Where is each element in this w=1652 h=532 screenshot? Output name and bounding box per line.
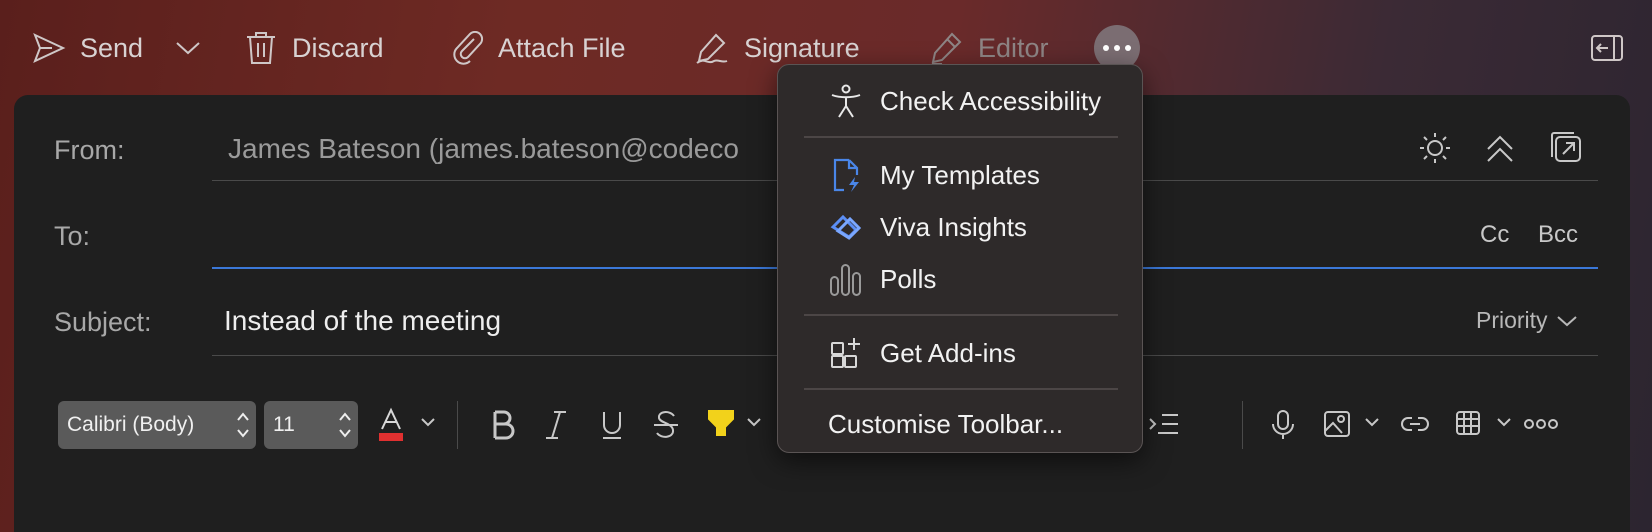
priority-label: Priority	[1476, 307, 1548, 333]
to-field[interactable]	[212, 211, 772, 263]
stepper-icon	[339, 412, 351, 438]
attach-file-button[interactable]: Attach File	[452, 26, 626, 70]
chevron-down-icon	[421, 418, 435, 427]
send-label: Send	[80, 32, 144, 63]
send-button[interactable]: Send	[32, 26, 143, 70]
underline-icon	[603, 412, 621, 439]
sidebar-toggle-button[interactable]	[1590, 34, 1624, 67]
signature-icon	[696, 33, 728, 64]
discard-label: Discard	[292, 32, 384, 63]
font-color-button[interactable]	[376, 407, 406, 448]
attach-file-label: Attach File	[498, 32, 626, 63]
menu-item-label: Viva Insights	[880, 211, 1027, 242]
viva-insights-icon	[830, 214, 862, 240]
font-family-select[interactable]: Calibri (Body)	[58, 401, 256, 449]
double-chevron-up-icon	[1487, 135, 1513, 162]
bold-icon	[493, 410, 515, 440]
priority-dropdown[interactable]: Priority	[1476, 307, 1578, 334]
cc-button[interactable]: Cc	[1480, 221, 1509, 249]
font-family-value: Calibri (Body)	[67, 413, 195, 436]
menu-item-label: Customise Toolbar...	[828, 408, 1064, 439]
font-color-icon	[379, 407, 403, 441]
chevron-down-icon	[747, 418, 761, 427]
font-color-dropdown[interactable]	[420, 415, 436, 433]
menu-item-get-add-ins[interactable]: Get Add-ins	[778, 329, 1144, 377]
menu-item-label: Get Add-ins	[880, 337, 1016, 368]
indent-button[interactable]	[1148, 411, 1180, 444]
subject-label: Subject:	[54, 307, 152, 337]
trash-icon	[247, 32, 275, 64]
ellipsis-icon	[1524, 419, 1558, 429]
to-label: To:	[54, 221, 91, 251]
discard-button[interactable]: Discard	[244, 26, 384, 70]
send-options-button[interactable]	[174, 26, 202, 70]
strikethrough-icon	[654, 411, 678, 438]
more-options-menu: Check Accessibility My Templates Viva In…	[777, 64, 1143, 453]
menu-item-label: Check Accessibility	[880, 85, 1102, 116]
paperclip-icon	[453, 31, 484, 65]
pop-out-button[interactable]	[1550, 131, 1582, 168]
picture-dropdown[interactable]	[1364, 415, 1380, 433]
ellipsis-icon	[1103, 45, 1109, 51]
from-field[interactable]: James Bateson (james.bateson@codeco	[228, 133, 788, 165]
menu-item-viva-insights[interactable]: Viva Insights	[778, 203, 1144, 251]
italic-icon	[546, 411, 566, 439]
indent-icon	[1149, 414, 1178, 434]
menu-divider	[804, 388, 1118, 390]
menu-divider	[804, 136, 1118, 138]
polls-icon	[830, 264, 861, 296]
accessibility-icon	[831, 84, 861, 118]
menu-item-polls[interactable]: Polls	[778, 255, 1144, 303]
bcc-button[interactable]: Bcc	[1538, 221, 1578, 249]
menu-item-check-accessibility[interactable]: Check Accessibility	[778, 77, 1144, 125]
divider	[457, 401, 458, 449]
highlight-dropdown[interactable]	[746, 415, 762, 433]
pop-out-icon	[1551, 132, 1581, 162]
table-dropdown[interactable]	[1496, 415, 1512, 433]
bold-button[interactable]	[488, 409, 516, 446]
menu-item-my-templates[interactable]: My Templates	[778, 151, 1144, 199]
menu-item-label: Polls	[880, 263, 937, 294]
templates-icon	[833, 158, 859, 192]
underline-button[interactable]	[598, 409, 626, 446]
theme-toggle-button[interactable]	[1418, 131, 1452, 170]
divider	[1242, 401, 1243, 449]
more-formatting-button[interactable]	[1524, 417, 1558, 436]
menu-item-label: My Templates	[880, 159, 1040, 190]
italic-button[interactable]	[542, 409, 570, 446]
font-size-select[interactable]: 11	[264, 401, 358, 449]
add-ins-icon	[831, 338, 860, 368]
dictate-button[interactable]	[1270, 409, 1296, 446]
chevron-down-icon	[1556, 315, 1577, 326]
from-label: From:	[54, 135, 125, 165]
chevron-down-icon	[176, 42, 200, 55]
insert-table-button[interactable]	[1454, 409, 1482, 442]
sun-icon	[1420, 133, 1450, 163]
highlighter-icon	[708, 410, 734, 436]
menu-item-customise-toolbar[interactable]: Customise Toolbar...	[778, 400, 1144, 448]
strikethrough-button[interactable]	[652, 409, 680, 446]
menu-divider	[804, 314, 1118, 316]
chevron-down-icon	[1497, 418, 1511, 427]
send-icon	[33, 33, 66, 63]
stepper-icon	[237, 412, 249, 438]
font-size-value: 11	[273, 413, 295, 436]
table-icon	[1456, 411, 1480, 435]
image-icon	[1324, 411, 1350, 437]
collapse-header-button[interactable]	[1484, 131, 1516, 170]
link-icon	[1401, 417, 1429, 431]
microphone-icon	[1272, 410, 1294, 439]
editor-label: Editor	[978, 32, 1049, 63]
highlight-button[interactable]	[706, 405, 736, 446]
sidebar-toggle-icon	[1591, 35, 1623, 61]
subject-field[interactable]: Instead of the meeting	[224, 305, 501, 337]
editor-pen-icon	[931, 32, 962, 65]
insert-picture-button[interactable]	[1322, 409, 1352, 444]
chevron-down-icon	[1365, 418, 1379, 427]
insert-link-button[interactable]	[1400, 413, 1430, 440]
signature-label: Signature	[744, 32, 860, 63]
